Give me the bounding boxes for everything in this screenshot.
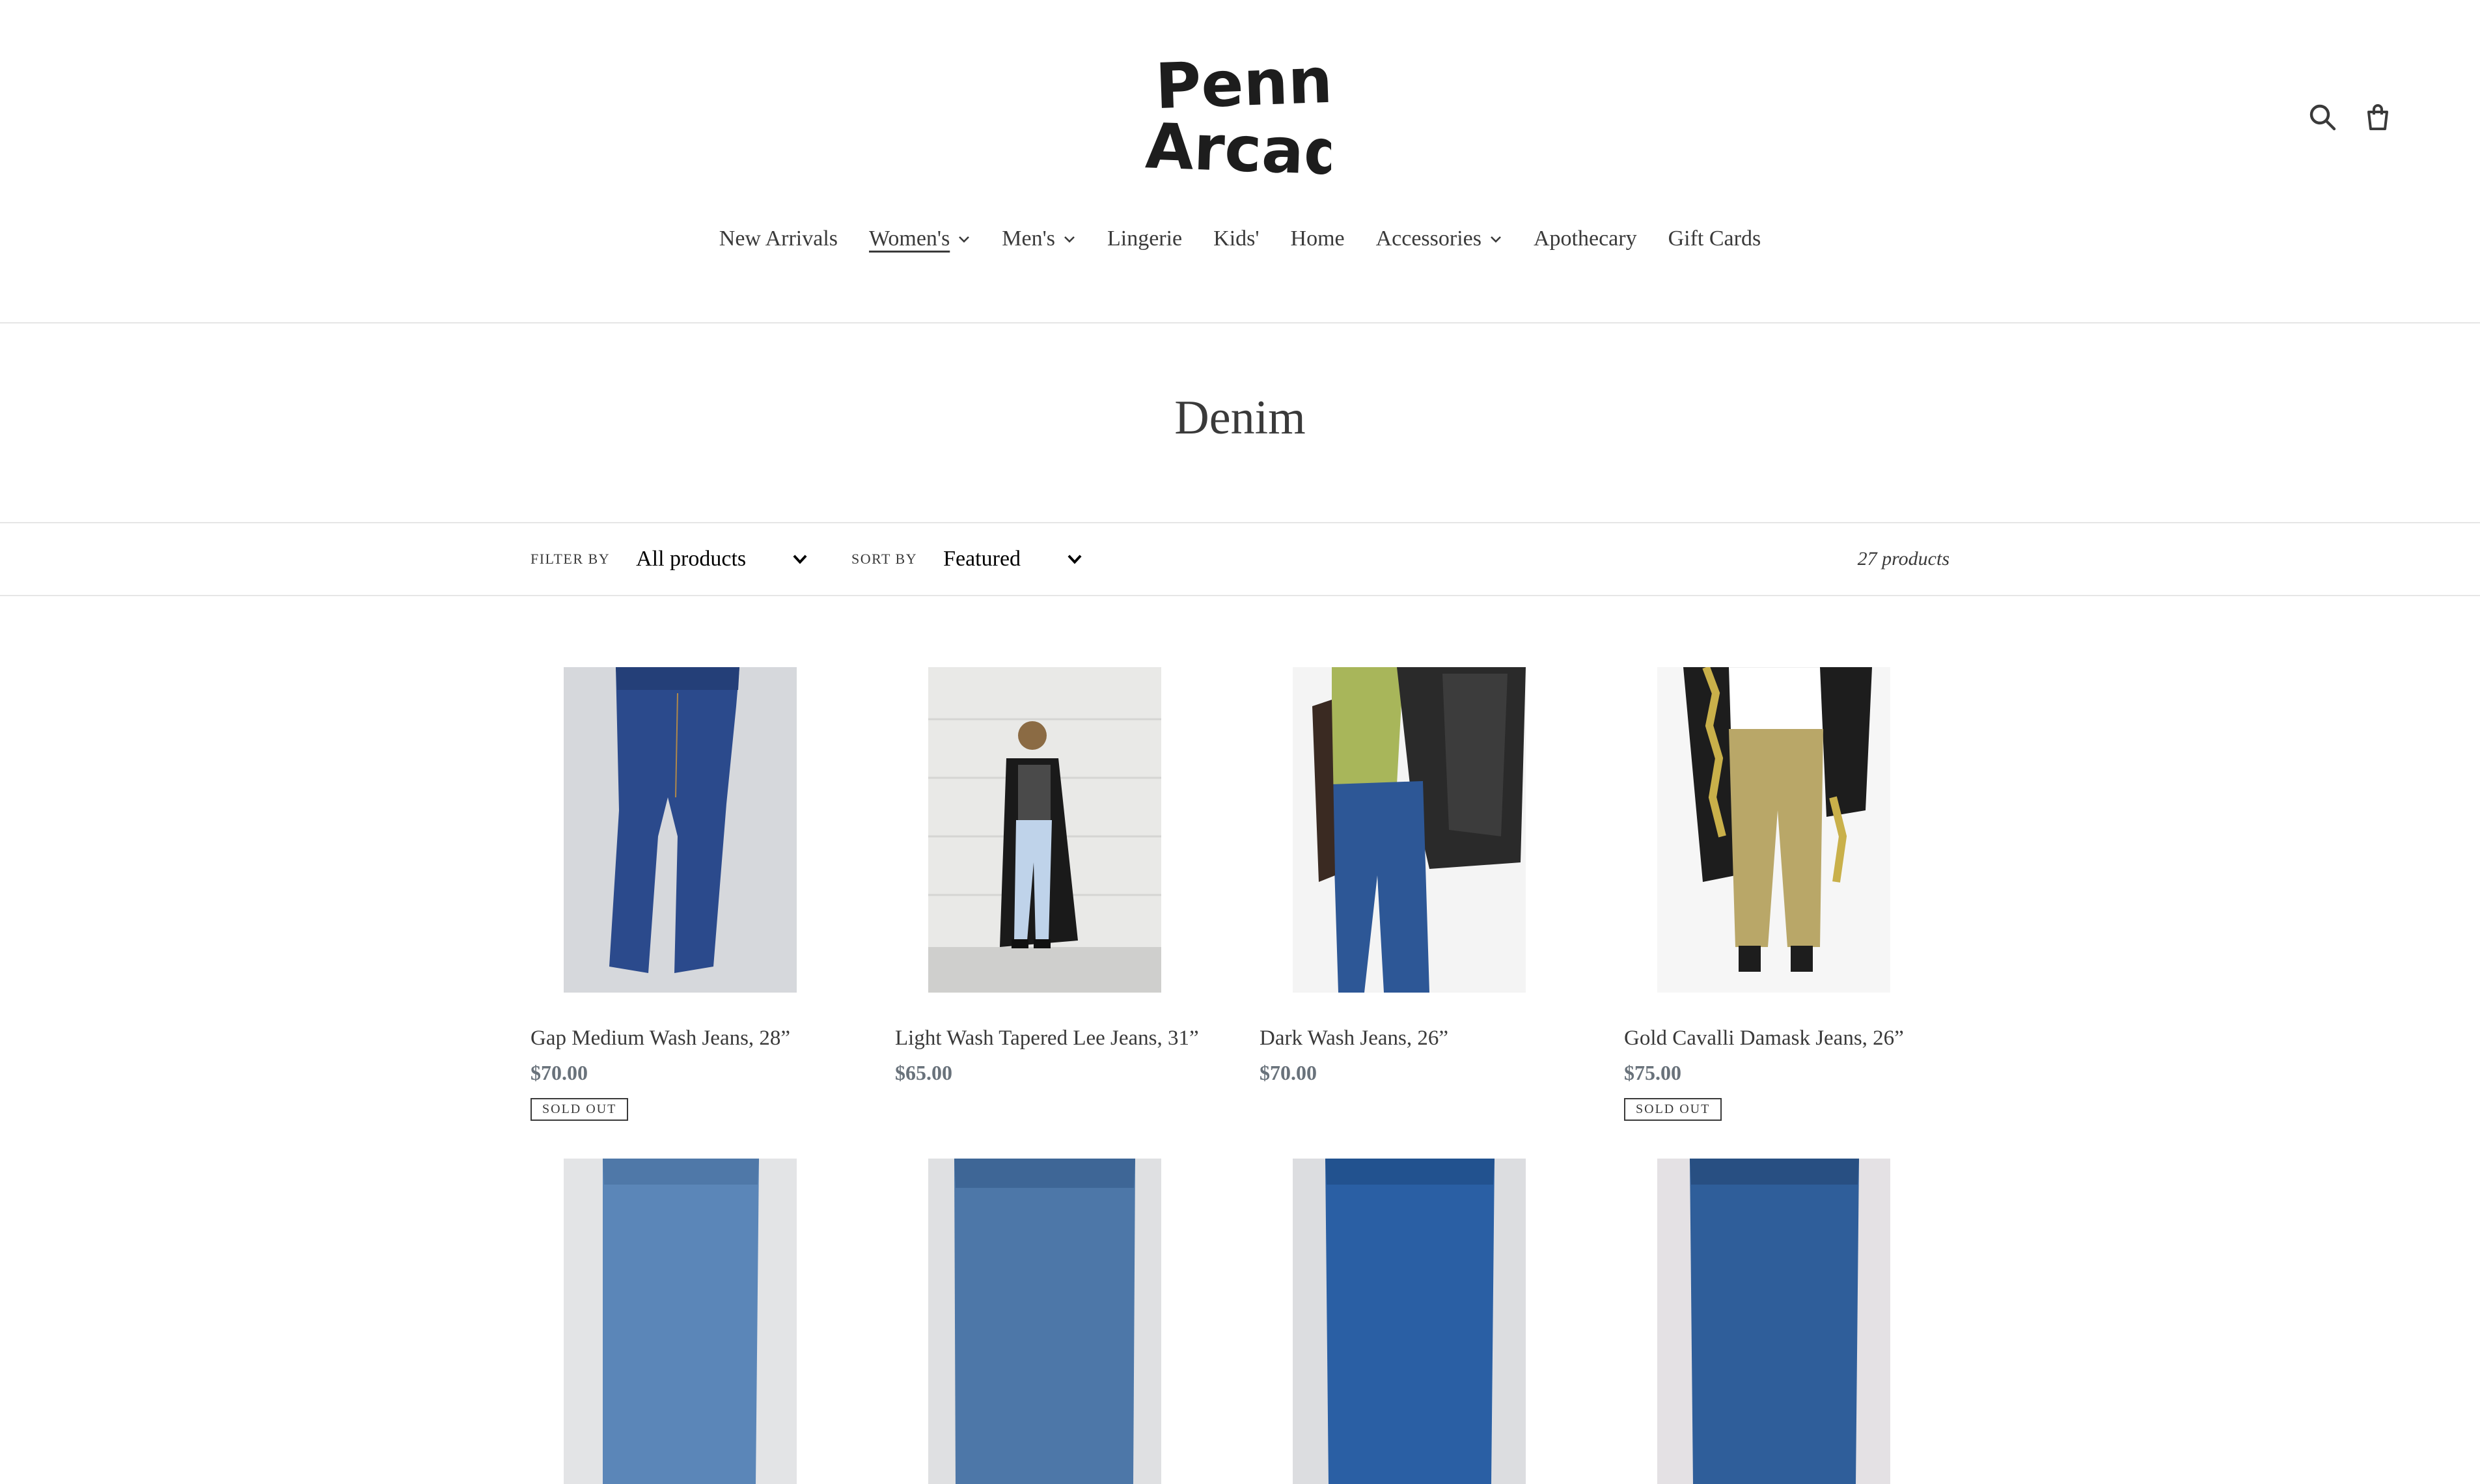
nav-label: Gift Cards	[1668, 227, 1761, 251]
logo-image: Penny Arcade	[1144, 43, 1331, 190]
product-price: $70.00	[530, 1061, 588, 1084]
sold-out-badge: Sold out	[1624, 1098, 1722, 1121]
nav-label: New Arrivals	[719, 227, 838, 251]
sold-out-badge: Sold out	[530, 1098, 629, 1121]
nav-item-gift-cards[interactable]: Gift Cards	[1668, 221, 1761, 256]
chevron-down-icon	[1063, 232, 1076, 245]
nav-label: Apothecary	[1534, 227, 1637, 251]
product-card[interactable]	[1624, 1159, 1923, 1484]
product-title[interactable]: Light Wash Tapered Lee Jeans, 31”	[895, 1026, 1199, 1051]
product-price: $70.00	[1260, 1061, 1317, 1084]
sort-label: Sort by	[851, 551, 918, 567]
chevron-down-icon	[792, 551, 808, 568]
nav-item-kids[interactable]: Kids'	[1213, 221, 1259, 256]
nav-item-mens[interactable]: Men's	[1002, 221, 1076, 256]
site-header: Penny Arcade New Arrivals Women's Men's …	[0, 0, 2480, 323]
product-count: 27 products	[1857, 548, 1950, 570]
product-card[interactable]	[1260, 1159, 1559, 1484]
product-card[interactable]	[530, 1159, 830, 1484]
product-image[interactable]	[1657, 667, 1890, 993]
filter-label: Filter by	[530, 551, 611, 567]
sort-select[interactable]: Featured	[943, 547, 1083, 571]
filter-value: All products	[636, 547, 747, 571]
search-icon[interactable]	[2304, 99, 2340, 135]
product-title[interactable]: Gap Medium Wash Jeans, 28”	[530, 1026, 830, 1051]
chevron-down-icon	[958, 232, 971, 245]
product-price: $75.00	[1624, 1061, 1681, 1084]
product-card[interactable]: Gold Cavalli Damask Jeans, 26” $75.00 So…	[1624, 667, 1923, 1121]
nav-label: Home	[1290, 227, 1345, 251]
filter-group: Filter by All products	[530, 523, 808, 595]
store-logo[interactable]: Penny Arcade	[1142, 40, 1331, 190]
product-image[interactable]	[928, 667, 1161, 993]
page-title: Denim	[1174, 391, 1306, 445]
filter-sort-bar: Filter by All products Sort by Featured …	[0, 522, 2480, 596]
nav-label: Women's	[869, 227, 950, 251]
nav-item-home[interactable]: Home	[1291, 221, 1345, 256]
cart-icon[interactable]	[2360, 99, 2395, 135]
nav-label: Lingerie	[1107, 227, 1183, 251]
product-card[interactable]: Light Wash Tapered Lee Jeans, 31” $65.00	[895, 667, 1199, 1085]
main-nav: New Arrivals Women's Men's Lingerie Kids…	[0, 221, 2480, 256]
product-image[interactable]	[1293, 667, 1526, 993]
nav-label: Men's	[1002, 227, 1055, 251]
product-image[interactable]	[1657, 1159, 1890, 1484]
header-icons	[2304, 99, 2395, 135]
product-card[interactable]: Gap Medium Wash Jeans, 28” $70.00 Sold o…	[530, 667, 830, 1121]
chevron-down-icon	[1489, 232, 1502, 245]
product-card[interactable]: Dark Wash Jeans, 26” $70.00	[1260, 667, 1559, 1085]
nav-item-new-arrivals[interactable]: New Arrivals	[719, 221, 838, 256]
nav-item-lingerie[interactable]: Lingerie	[1107, 221, 1182, 256]
product-image[interactable]	[564, 1159, 797, 1484]
nav-item-accessories[interactable]: Accessories	[1376, 221, 1502, 256]
nav-label: Kids'	[1213, 227, 1260, 251]
product-image[interactable]	[928, 1159, 1161, 1484]
sort-group: Sort by Featured	[851, 523, 1083, 595]
nav-item-apothecary[interactable]: Apothecary	[1534, 221, 1637, 256]
product-price: $65.00	[895, 1061, 952, 1084]
product-card[interactable]	[895, 1159, 1194, 1484]
product-title[interactable]: Dark Wash Jeans, 26”	[1260, 1026, 1559, 1051]
sort-value: Featured	[943, 547, 1021, 571]
chevron-down-icon	[1066, 551, 1083, 568]
product-image[interactable]	[564, 667, 797, 993]
nav-item-womens[interactable]: Women's	[869, 221, 971, 256]
filter-select[interactable]: All products	[636, 547, 808, 571]
product-image[interactable]	[1293, 1159, 1526, 1484]
product-title[interactable]: Gold Cavalli Damask Jeans, 26”	[1624, 1026, 1923, 1051]
logo-line-2: Arcade	[1144, 109, 1331, 190]
nav-label: Accessories	[1375, 227, 1481, 251]
